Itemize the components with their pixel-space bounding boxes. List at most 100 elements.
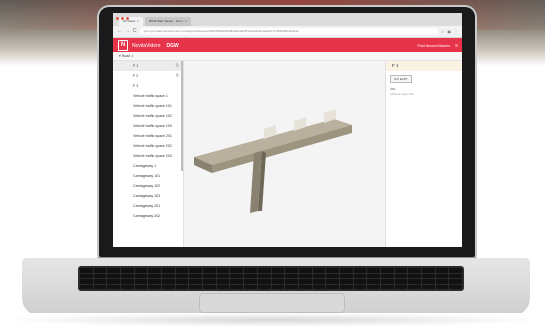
user-name[interactable]: Fred Nexxed Maxers: [418, 44, 450, 48]
keyboard-key: [408, 273, 421, 278]
keyboard-key: [271, 268, 285, 273]
forward-arrow-icon[interactable]: →: [125, 26, 130, 37]
tree-item[interactable]: Vehicle traffic space 203: [113, 151, 183, 161]
browser-tab-label: DGW Web Viewer - List o: [148, 19, 184, 23]
keyboard-key: [339, 284, 353, 289]
keyboard-key: [107, 284, 121, 289]
keyboard-key: [80, 268, 93, 273]
keyboard-key: [449, 273, 462, 278]
keyboard-key: [435, 279, 449, 284]
property-value[interactable]: (click-to-copy link): [390, 92, 462, 96]
keyboard-key: [80, 279, 93, 284]
keyboard-key: [244, 279, 257, 284]
tree-item[interactable]: Vehicle traffic space 201: [113, 131, 183, 141]
keyboard-key: [367, 284, 380, 289]
keyboard-key: [394, 268, 408, 273]
keyboard-key: [244, 268, 257, 273]
keyboard-key: [394, 273, 408, 278]
ifc-export-button[interactable]: IFC EXPT: [390, 75, 412, 83]
properties-panel: F 1 IFC EXPT URL (click-to-copy link): [385, 61, 462, 247]
tree-item[interactable]: Vehicle traffic space 103: [113, 121, 183, 131]
keyboard-key: [148, 279, 162, 284]
keyboard-key: [285, 273, 298, 278]
keyboard-key: [312, 284, 326, 289]
keyboard-key: [216, 268, 230, 273]
address-field[interactable]: qtst.nyst.xaleb.development.novitapp/wor…: [139, 28, 438, 35]
tree-item-label: Vehicle traffic space 101: [133, 104, 172, 108]
keyboard-key: [203, 268, 216, 273]
keyboard-key: [421, 273, 435, 278]
keyboard-key: [271, 273, 285, 278]
hamburger-menu-icon[interactable]: ≡: [455, 43, 458, 49]
tree-item[interactable]: F 3: [113, 81, 183, 91]
tree-item[interactable]: Carriageway 201: [113, 201, 183, 211]
bridge-deck-top: [194, 119, 352, 165]
3d-viewport[interactable]: [184, 61, 386, 247]
browser-tab[interactable]: DGW Web Viewer - List o ×: [144, 17, 191, 26]
keyboard-key: [216, 273, 230, 278]
breadcrumb[interactable]: ▾ Road 1: [113, 52, 462, 61]
window-controls[interactable]: [116, 17, 129, 20]
keyboard-key: [216, 279, 230, 284]
tree-item[interactable]: Vehicle traffic space 1: [113, 91, 183, 101]
tree-item[interactable]: Carriageway 101: [113, 171, 183, 181]
keyboard-key: [257, 273, 271, 278]
reload-icon[interactable]: C: [133, 26, 137, 37]
link-icon[interactable]: ⚲: [175, 71, 179, 81]
keyboard-key: [380, 273, 394, 278]
keyboard-key: [230, 279, 244, 284]
keyboard-key: [134, 273, 148, 278]
keyboard-key: [339, 279, 353, 284]
keyboard-key: [175, 284, 189, 289]
keyboard-key: [408, 279, 421, 284]
object-tree: F 1 ⚲ F 2 ⚲ F 3 Vehicle traffic space 1 Vehicl…: [113, 61, 184, 247]
tree-item[interactable]: Vehicle traffic space 102: [113, 111, 183, 121]
link-icon[interactable]: ⚲: [175, 61, 179, 71]
tree-item[interactable]: Carriageway 1: [113, 161, 183, 171]
tree-item[interactable]: Carriageway 202: [113, 211, 183, 221]
tree-item[interactable]: Vehicle traffic space 202: [113, 141, 183, 151]
keyboard-key: [421, 284, 435, 289]
keyboard-key: [312, 273, 326, 278]
tree-item[interactable]: Vehicle traffic space 101: [113, 101, 183, 111]
close-icon[interactable]: ×: [185, 17, 187, 26]
extension-icon[interactable]: ▣: [447, 29, 451, 34]
back-arrow-icon[interactable]: ←: [117, 26, 122, 37]
keyboard-key: [380, 284, 394, 289]
keyboard-key: [175, 279, 189, 284]
trackpad: [199, 293, 345, 313]
tree-item[interactable]: Carriageway 102: [113, 181, 183, 191]
keyboard-key: [203, 273, 216, 278]
close-icon[interactable]: ×: [137, 17, 139, 26]
app-header: N NovitaVidere DGW Fred Nexxed Maxers ≡: [113, 38, 462, 53]
kebab-menu-icon[interactable]: ⋮: [454, 29, 458, 34]
keyboard-key: [326, 284, 339, 289]
keyboard-key: [421, 279, 435, 284]
keyboard-key: [271, 284, 285, 289]
tree-item[interactable]: Carriageway 103: [113, 191, 183, 201]
keyboard-key: [394, 284, 408, 289]
keyboard-key: [230, 273, 244, 278]
scrollbar[interactable]: [181, 61, 183, 171]
star-icon[interactable]: ☆: [441, 29, 445, 34]
keyboard-key: [257, 268, 271, 273]
brand-name: NovitaVidere: [132, 42, 161, 49]
keyboard-key: [271, 279, 285, 284]
keyboard-key: [285, 284, 298, 289]
keyboard-key: [148, 273, 162, 278]
tree-item-label: F 2: [133, 74, 139, 78]
keyboard-key: [162, 268, 175, 273]
tree-item[interactable]: F 2 ⚲: [113, 71, 183, 81]
keyboard-key: [134, 284, 148, 289]
tree-item-label: Vehicle traffic space 203: [133, 154, 172, 158]
app-body: ▾ Road 1 F 1 ⚲ F 2 ⚲ F 3 Vehicle traffic spac…: [113, 52, 462, 247]
tree-item[interactable]: F 1 ⚲: [113, 61, 183, 71]
keyboard-key: [121, 268, 134, 273]
tree-item-label: Vehicle traffic space 201: [133, 134, 172, 138]
keyboard-key: [162, 284, 175, 289]
keyboard-key: [435, 268, 449, 273]
keyboard-key: [80, 273, 93, 278]
keyboard-key: [121, 284, 134, 289]
keyboard-key: [435, 284, 449, 289]
keyboard-key: [449, 284, 462, 289]
